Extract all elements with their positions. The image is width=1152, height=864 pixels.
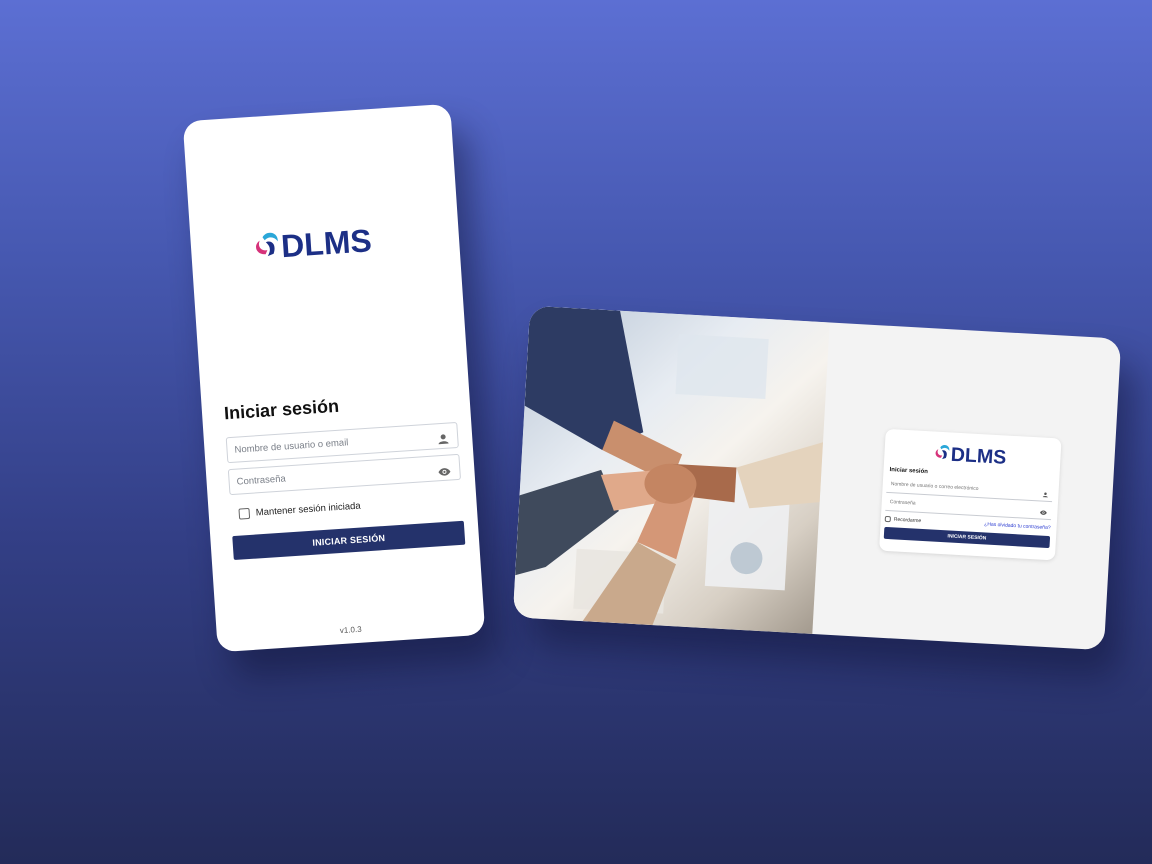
remember-label: Recordarme [893,516,922,525]
remember-session[interactable]: Mantener sesión iniciada [238,501,361,520]
eye-icon[interactable] [1039,509,1047,517]
login-button[interactable]: INICIAR SESIÓN [232,520,466,561]
user-icon [437,430,451,457]
remember-label: Mantener sesión iniciada [255,500,362,519]
team-hands-together-photo [512,305,830,634]
mobile-login-screen: DLMS Iniciar sesión Nombre de usuario o … [182,103,486,653]
dlms-logo: DLMS [250,220,386,270]
remember-checkbox[interactable] [238,507,251,520]
password-placeholder: Contraseña [889,499,916,507]
team-photo-illustration [515,305,824,626]
svg-text:DLMS: DLMS [950,444,1007,468]
svg-text:DLMS: DLMS [280,222,373,264]
dlms-logo: DLMS [932,441,1015,473]
username-placeholder: Nombre de usuario o correo electrónico [890,481,979,493]
dlms-logo-mark: DLMS [935,444,1007,469]
user-icon [1042,492,1048,500]
desktop-login-screen: DLMS Iniciar sesión Nombre de usuario o … [512,305,1122,651]
remember-checkbox[interactable] [884,515,891,523]
login-card: DLMS Iniciar sesión Nombre de usuario o … [879,428,1062,561]
dlms-logo-mark: DLMS [256,222,373,264]
forgot-password-link[interactable]: ¿Has olvidado tu contraseña? [984,521,1051,531]
username-placeholder: Nombre de usuario o email [234,437,349,456]
eye-icon[interactable] [437,461,453,488]
login-title: Iniciar sesión [889,467,929,476]
login-title: Iniciar sesión [223,395,340,424]
app-version: v1.0.3 [339,624,362,636]
login-button[interactable]: INICIAR SESIÓN [883,526,1051,549]
remember-me[interactable]: Recordarme [884,515,922,525]
password-placeholder: Contraseña [236,473,287,488]
